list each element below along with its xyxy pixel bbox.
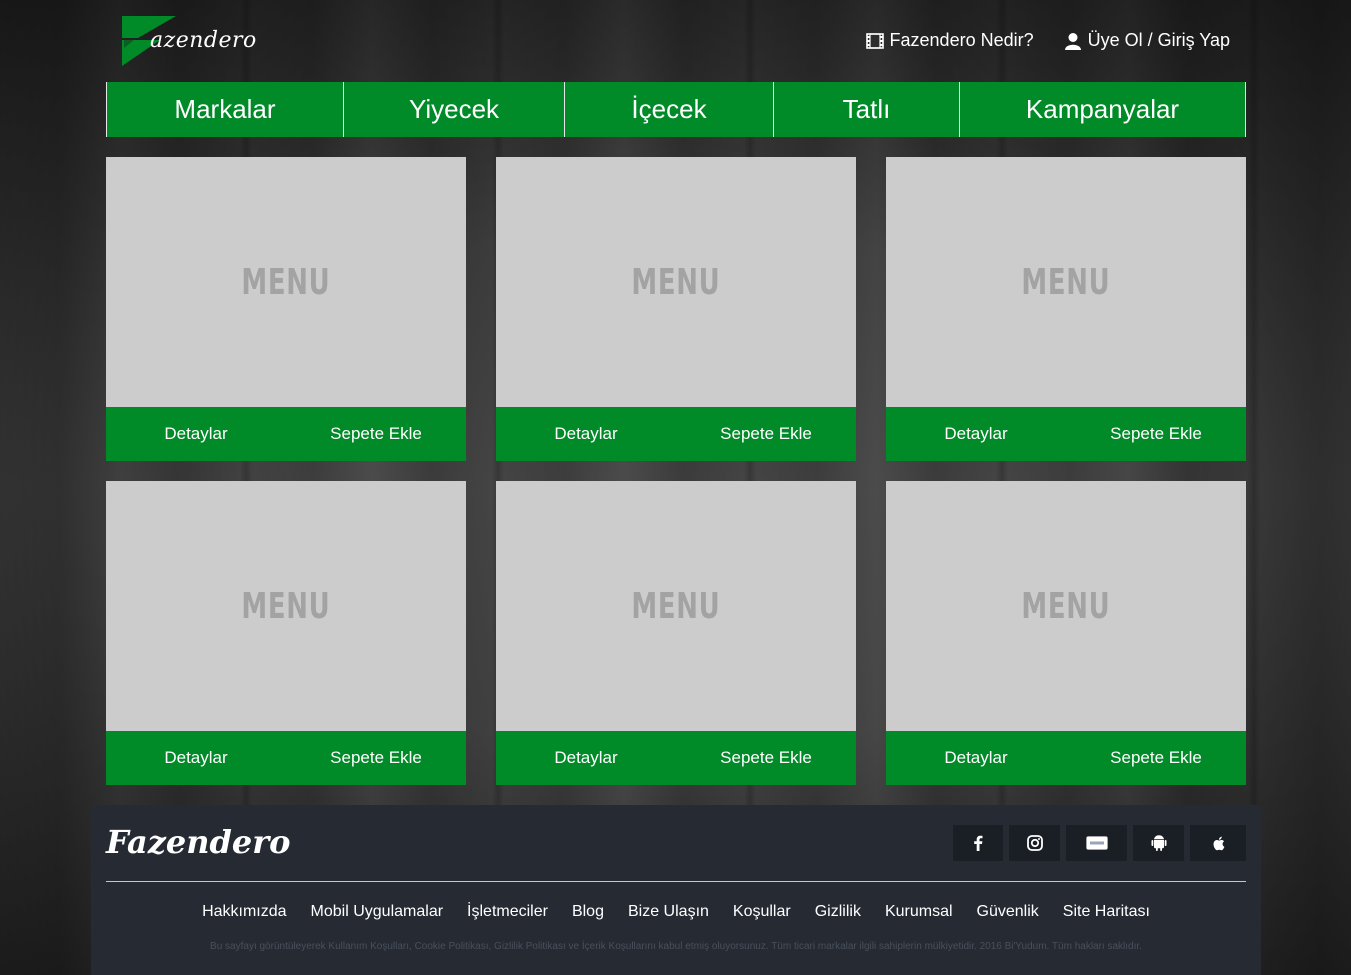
nav-item-yiyecek[interactable]: Yiyecek [344, 82, 565, 137]
copyright-text: Bu sayfayı görüntüleyerek Kullanım Koşul… [210, 941, 1142, 952]
user-icon [1064, 32, 1081, 50]
card-actions: Detaylar Sepete Ekle [496, 731, 856, 785]
nav-item-markalar[interactable]: Markalar [107, 82, 344, 137]
site-footer: Fazendero Hakkımızda Mobil Uygulamalar İ… [91, 805, 1261, 975]
footer-link-blog[interactable]: Blog [572, 903, 604, 921]
card-actions: Detaylar Sepete Ekle [106, 731, 466, 785]
product-image[interactable]: MENU [106, 157, 466, 407]
instagram-button[interactable] [1009, 825, 1060, 861]
product-card: MENU Detaylar Sepete Ekle [886, 481, 1246, 785]
card-actions: Detaylar Sepete Ekle [106, 407, 466, 461]
footer-link-security[interactable]: Güvenlik [977, 903, 1039, 921]
add-to-cart-button[interactable]: Sepete Ekle [1066, 424, 1246, 444]
details-button[interactable]: Detaylar [496, 748, 676, 768]
menu-placeholder-text: MENU [241, 585, 331, 627]
social-links [953, 825, 1246, 861]
product-card: MENU Detaylar Sepete Ekle [106, 157, 466, 461]
product-card: MENU Detaylar Sepete Ekle [496, 481, 856, 785]
about-fazendero-link[interactable]: Fazendero Nedir? [865, 30, 1034, 51]
footer-link-businesses[interactable]: İşletmeciler [467, 903, 548, 921]
menu-placeholder-text: MENU [1021, 261, 1111, 303]
footer-link-privacy[interactable]: Gizlilik [815, 903, 861, 921]
paypal-icon [1085, 836, 1108, 850]
instagram-icon [1026, 835, 1043, 851]
add-to-cart-button[interactable]: Sepete Ekle [1066, 748, 1246, 768]
details-button[interactable]: Detaylar [886, 424, 1066, 444]
header-links: Fazendero Nedir? Üye Ol / Giriş Yap [865, 30, 1230, 51]
about-fazendero-label: Fazendero Nedir? [889, 30, 1034, 50]
add-to-cart-button[interactable]: Sepete Ekle [286, 424, 466, 444]
menu-placeholder-text: MENU [631, 261, 721, 303]
footer-links: Hakkımızda Mobil Uygulamalar İşletmecile… [91, 903, 1261, 921]
card-actions: Detaylar Sepete Ekle [496, 407, 856, 461]
register-login-link[interactable]: Üye Ol / Giriş Yap [1064, 30, 1230, 51]
product-card: MENU Detaylar Sepete Ekle [106, 481, 466, 785]
card-actions: Detaylar Sepete Ekle [886, 407, 1246, 461]
apple-button[interactable] [1190, 825, 1246, 861]
nav-item-icecek[interactable]: İçecek [565, 82, 774, 137]
footer-link-mobile-apps[interactable]: Mobil Uygulamalar [311, 903, 444, 921]
details-button[interactable]: Detaylar [496, 424, 676, 444]
register-login-label: Üye Ol / Giriş Yap [1087, 30, 1230, 50]
card-actions: Detaylar Sepete Ekle [886, 731, 1246, 785]
product-grid: MENU Detaylar Sepete Ekle MENU Detaylar … [106, 157, 1246, 785]
details-button[interactable]: Detaylar [106, 748, 286, 768]
product-image[interactable]: MENU [886, 481, 1246, 731]
add-to-cart-button[interactable]: Sepete Ekle [286, 748, 466, 768]
product-image[interactable]: MENU [496, 481, 856, 731]
facebook-icon [974, 835, 983, 851]
menu-placeholder-text: MENU [241, 261, 331, 303]
footer-divider [106, 881, 1246, 882]
menu-placeholder-text: MENU [631, 585, 721, 627]
footer-link-contact[interactable]: Bize Ulaşın [628, 903, 709, 921]
facebook-button[interactable] [953, 825, 1003, 861]
nav-item-tatli[interactable]: Tatlı [774, 82, 960, 137]
footer-link-sitemap[interactable]: Site Haritası [1063, 903, 1150, 921]
add-to-cart-button[interactable]: Sepete Ekle [676, 748, 856, 768]
footer-logo[interactable]: Fazendero [106, 823, 290, 861]
details-button[interactable]: Detaylar [106, 424, 286, 444]
footer-link-corporate[interactable]: Kurumsal [885, 903, 953, 921]
product-image[interactable]: MENU [886, 157, 1246, 407]
menu-placeholder-text: MENU [1021, 585, 1111, 627]
android-icon [1151, 835, 1166, 851]
apple-icon [1213, 836, 1225, 850]
add-to-cart-button[interactable]: Sepete Ekle [676, 424, 856, 444]
paypal-button[interactable] [1066, 825, 1127, 861]
footer-link-about[interactable]: Hakkımızda [202, 903, 286, 921]
nav-item-kampanyalar[interactable]: Kampanyalar [960, 82, 1246, 137]
product-card: MENU Detaylar Sepete Ekle [886, 157, 1246, 461]
category-nav: Markalar Yiyecek İçecek Tatlı Kampanyala… [106, 82, 1246, 137]
footer-link-terms[interactable]: Koşullar [733, 903, 791, 921]
film-icon [865, 32, 884, 49]
android-button[interactable] [1133, 825, 1184, 861]
product-card: MENU Detaylar Sepete Ekle [496, 157, 856, 461]
details-button[interactable]: Detaylar [886, 748, 1066, 768]
brand-logo[interactable]: azendero [120, 16, 256, 68]
logo-text: azendero [150, 28, 257, 53]
site-header: azendero Fazendero Nedir? Üye Ol / Giriş… [0, 0, 1351, 82]
product-image[interactable]: MENU [496, 157, 856, 407]
product-image[interactable]: MENU [106, 481, 466, 731]
